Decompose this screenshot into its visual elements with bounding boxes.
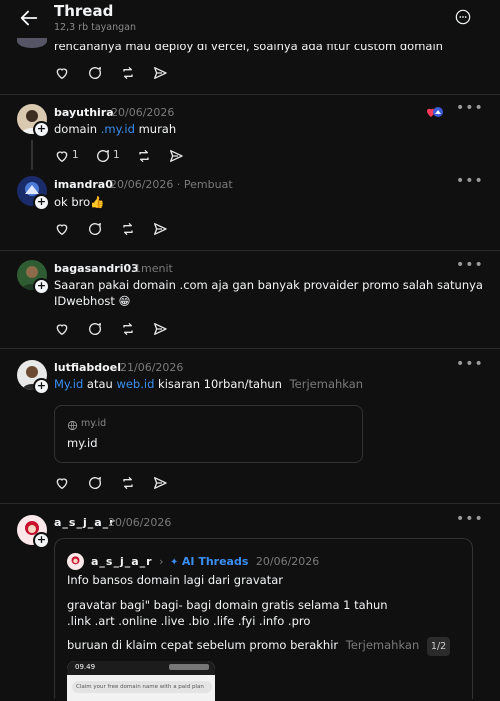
- like-icon[interactable]: [54, 65, 70, 81]
- share-icon[interactable]: [152, 65, 168, 81]
- post-date: 20/06/2026: [108, 516, 172, 529]
- reply-icon[interactable]: [95, 148, 111, 164]
- quoted-text-line: buruan di klaim cepat sebelum promo bera…: [67, 637, 451, 656]
- divider: [0, 250, 500, 251]
- link-domain: my.id: [81, 418, 107, 429]
- post-date: 21/06/2026: [120, 361, 184, 374]
- translate-link[interactable]: Terjemahkan: [346, 638, 419, 652]
- post-text-line: Saaran pakai domain .com aja gan banyak …: [54, 278, 483, 292]
- username[interactable]: bayuthira: [54, 106, 114, 119]
- quoted-text-line: .link .art .online .live .bio .life .fyi…: [67, 614, 311, 628]
- like-icon[interactable]: [54, 475, 70, 491]
- phone-status-icons: [169, 664, 209, 670]
- back-arrow-icon[interactable]: [18, 7, 40, 29]
- post-menu-icon[interactable]: •••: [456, 100, 484, 116]
- link-title: my.id: [67, 436, 98, 450]
- divider: [0, 94, 500, 95]
- follow-plus-icon[interactable]: +: [33, 121, 50, 138]
- quoted-username[interactable]: a_s_j_a_r: [91, 555, 153, 568]
- thread-header: Thread 12,3 rb tayangan: [0, 0, 500, 38]
- topic-icon: ✦: [170, 557, 179, 568]
- username[interactable]: imandra0: [54, 178, 113, 191]
- username[interactable]: a_s_j_a_r: [54, 516, 116, 529]
- post-date: 20/06/2026 · Pembuat: [110, 178, 233, 191]
- divider: [0, 348, 500, 349]
- share-icon[interactable]: [152, 475, 168, 491]
- post-text: My.id atau web.id kisaran 10rban/tahun T…: [54, 377, 364, 391]
- post-text: rencananya mau deploy di vercel, soalnya…: [54, 39, 443, 53]
- globe-icon: [67, 420, 78, 431]
- post-date: 20/06/2026: [111, 106, 175, 119]
- follow-plus-icon[interactable]: +: [33, 194, 50, 211]
- username[interactable]: bagasandri03: [54, 262, 139, 275]
- reply-icon[interactable]: [87, 65, 103, 81]
- post-menu-icon[interactable]: •••: [456, 173, 484, 189]
- repost-icon[interactable]: [136, 148, 152, 164]
- repost-icon[interactable]: [120, 221, 136, 237]
- thread-line: [31, 140, 33, 170]
- post-menu-icon[interactable]: •••: [456, 356, 484, 372]
- like-count: 1: [72, 149, 79, 161]
- reply-icon[interactable]: [87, 321, 103, 337]
- page-badge: 1/2: [426, 637, 451, 656]
- quoted-text-line: Info bansos domain lagi dari gravatar: [67, 573, 283, 587]
- like-icon[interactable]: [54, 321, 70, 337]
- quoted-text-line: gravatar bagi" bagi- bagi domain gratis …: [67, 598, 388, 612]
- phone-time: 09.49: [75, 663, 96, 671]
- reply-count: 1: [113, 149, 120, 161]
- like-icon[interactable]: [54, 148, 70, 164]
- view-count: 12,3 rb tayangan: [54, 22, 137, 33]
- like-icon[interactable]: [54, 221, 70, 237]
- post-date: 1menit: [134, 262, 173, 275]
- more-options-icon[interactable]: [455, 9, 471, 25]
- phone-text: Claim your free domain name with a paid …: [72, 681, 212, 693]
- quoted-header: a_s_j_a_r › ✦ AI Threads 20/06/2026: [91, 555, 320, 568]
- repost-icon[interactable]: [120, 321, 136, 337]
- post-text: domain .my.id murah: [54, 122, 177, 136]
- quoted-post-card[interactable]: a_s_j_a_r › ✦ AI Threads 20/06/2026 Info…: [54, 538, 473, 701]
- divider: [0, 503, 500, 504]
- post-menu-icon[interactable]: •••: [456, 257, 484, 273]
- follow-plus-icon[interactable]: +: [33, 378, 50, 395]
- page-title: Thread: [54, 2, 114, 20]
- repost-icon[interactable]: [120, 475, 136, 491]
- screenshot-image[interactable]: 09.49 Claim your free domain name with a…: [67, 661, 215, 701]
- share-icon[interactable]: [152, 321, 168, 337]
- post-menu-icon[interactable]: •••: [456, 511, 484, 527]
- post-text-line: IDwebhost 😁: [54, 294, 131, 308]
- reply-icon[interactable]: [87, 221, 103, 237]
- follow-plus-icon[interactable]: +: [33, 532, 50, 549]
- share-icon[interactable]: [152, 221, 168, 237]
- avatar: [67, 553, 84, 570]
- share-icon[interactable]: [168, 148, 184, 164]
- reply-icon[interactable]: [87, 475, 103, 491]
- link-preview-card[interactable]: my.id my.id: [54, 405, 363, 463]
- translate-link[interactable]: Terjemahkan: [290, 377, 363, 391]
- follow-plus-icon[interactable]: +: [33, 278, 50, 295]
- topic-tag[interactable]: AI Threads: [182, 555, 249, 568]
- repost-icon[interactable]: [120, 65, 136, 81]
- author-tag: · Pembuat: [176, 178, 233, 191]
- post-text: ok bro👍: [54, 195, 105, 209]
- username[interactable]: lutfiabdoel: [54, 361, 121, 374]
- liked-by-author-icon: [427, 107, 443, 117]
